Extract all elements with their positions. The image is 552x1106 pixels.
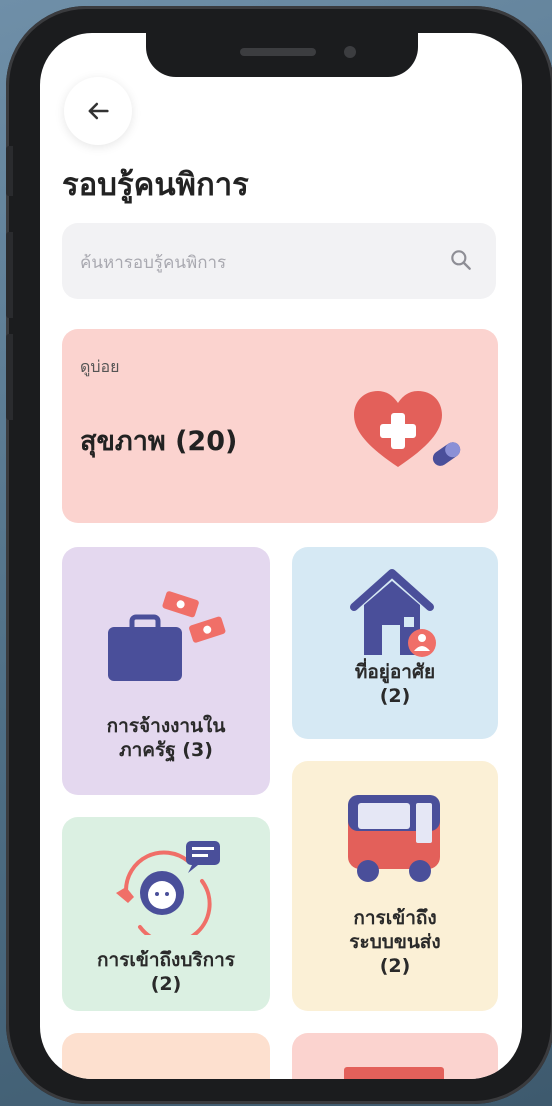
category-card-partial-left[interactable] bbox=[62, 1033, 270, 1079]
category-label-services: การเข้าถึงบริการ (2) bbox=[97, 949, 235, 995]
back-arrow-icon bbox=[88, 102, 109, 120]
category-card-transport[interactable]: การเข้าถึง ระบบขนส่ง (2) bbox=[292, 761, 498, 1011]
category-label-transport: การเข้าถึง ระบบขนส่ง (2) bbox=[349, 907, 441, 977]
briefcase-money-icon bbox=[108, 591, 226, 681]
partial-card-icon bbox=[344, 1067, 444, 1079]
category-card-housing[interactable]: ที่อยู่อาศัย (2) bbox=[292, 547, 498, 739]
page-title: รอบรู้คนพิการ bbox=[62, 167, 249, 203]
frequent-caption: ดูบ่อย bbox=[80, 357, 120, 376]
search-icon[interactable] bbox=[448, 247, 474, 273]
front-camera bbox=[344, 46, 356, 58]
app-screen: รอบรู้คนพิการ ค้นหารอบรู้คนพิการ ดูบ่อย … bbox=[40, 33, 522, 1079]
back-button[interactable] bbox=[64, 77, 132, 145]
house-person-icon bbox=[350, 569, 436, 657]
category-card-services[interactable]: การเข้าถึงบริการ (2) bbox=[62, 817, 270, 1011]
frequent-title: สุขภาพ (20) bbox=[80, 426, 238, 457]
bus-icon bbox=[348, 795, 440, 882]
frequent-health-card[interactable]: ดูบ่อย สุขภาพ (20) bbox=[62, 329, 498, 523]
category-label-employment: การจ้างงานใน ภาครัฐ (3) bbox=[106, 715, 226, 761]
volume-down-button bbox=[6, 334, 13, 420]
call-center-icon bbox=[116, 841, 220, 935]
search-bar[interactable]: ค้นหารอบรู้คนพิการ bbox=[62, 223, 496, 299]
category-card-employment[interactable]: การจ้างงานใน ภาครัฐ (3) bbox=[62, 547, 270, 795]
category-card-partial-right[interactable] bbox=[292, 1033, 498, 1079]
mute-switch bbox=[6, 146, 13, 196]
volume-up-button bbox=[6, 232, 13, 318]
phone-notch bbox=[146, 33, 418, 77]
speaker bbox=[240, 48, 316, 56]
category-label-housing: ที่อยู่อาศัย (2) bbox=[354, 661, 436, 707]
search-input[interactable]: ค้นหารอบรู้คนพิการ bbox=[80, 249, 226, 276]
heart-medical-icon bbox=[354, 391, 461, 467]
